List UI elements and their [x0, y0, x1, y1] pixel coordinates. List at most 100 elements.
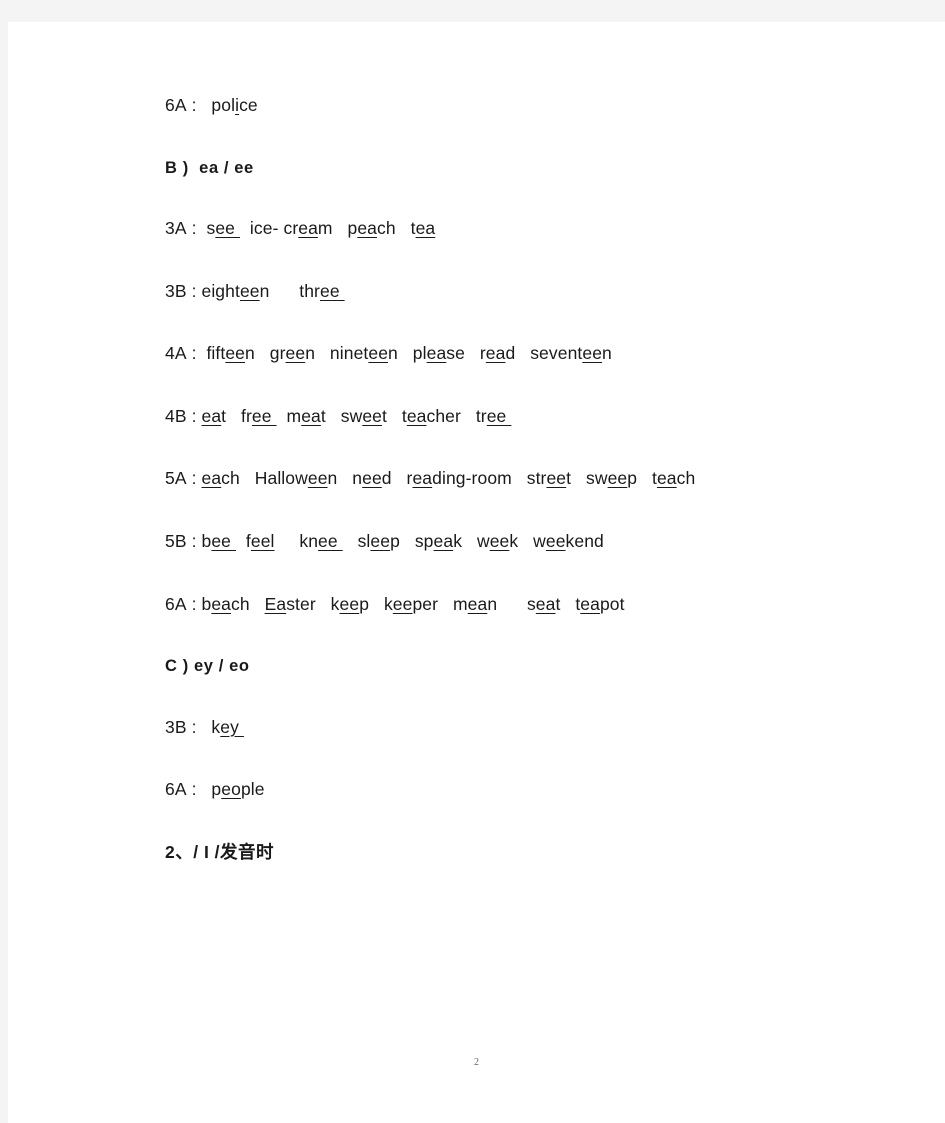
document-content: 6A : police B ) ea / ee 3A : see ice- crea… [165, 94, 905, 864]
underlined-phoneme: ee [285, 343, 306, 364]
text-run: 4B : [165, 405, 202, 426]
text-run [240, 218, 250, 238]
underlined-phoneme: ee [486, 405, 512, 426]
text-run: n [245, 343, 255, 364]
underlined-phoneme: ea [406, 405, 427, 426]
underlined-phoneme: ee [362, 405, 382, 426]
text-run: sw [586, 468, 608, 489]
text-run [236, 531, 246, 551]
line-3b-ey-eo: 3B : key [165, 716, 905, 740]
text-run [189, 159, 199, 177]
text-run: fr [241, 405, 252, 426]
heading-b: B ) ea / ee [165, 157, 905, 179]
text-run [461, 406, 476, 426]
text-run [226, 406, 241, 426]
text-run: tr [475, 405, 487, 426]
text-run: p [211, 779, 222, 800]
underlined-phoneme: ee [607, 468, 628, 489]
text-run: 2、/ I /发音时 [165, 841, 275, 862]
text-run: p [390, 531, 400, 552]
text-run: pl [412, 343, 427, 364]
underlined-phoneme: ea [535, 593, 556, 614]
text-run: per [412, 593, 439, 614]
underlined-phoneme: ea [485, 343, 506, 364]
text-run: kend [565, 531, 604, 552]
text-run: Hallow [254, 468, 308, 489]
text-run: fift [206, 343, 226, 364]
underlined-phoneme: ea [298, 217, 318, 238]
text-run: 5A : [165, 468, 202, 489]
text-run: d [505, 343, 516, 364]
text-run: sw [340, 405, 363, 426]
text-run: ple [240, 779, 265, 800]
underlined-phoneme: ea [357, 217, 378, 238]
underlined-phoneme: ee [307, 468, 328, 489]
text-run [560, 594, 575, 614]
underlined-phoneme: ea [201, 405, 222, 426]
text-run: se [446, 343, 465, 364]
underlined-phoneme: ee [211, 531, 236, 552]
text-run: ea / ee [199, 158, 254, 177]
text-run: B ) [165, 158, 189, 177]
text-run: 6A : [165, 95, 197, 115]
underlined-phoneme: ee [319, 280, 345, 301]
text-run: 3B : [165, 716, 197, 737]
text-run [462, 531, 477, 551]
text-run [197, 717, 212, 737]
text-run: w [476, 531, 490, 552]
underlined-phoneme: ea [467, 593, 488, 614]
text-run: ch [377, 217, 396, 238]
text-run: n [327, 468, 338, 489]
underlined-phoneme: ee [215, 217, 240, 238]
text-run: m [452, 593, 468, 614]
underlined-phoneme: ee [339, 593, 360, 614]
text-run [326, 406, 341, 426]
underlined-phoneme: eel [250, 531, 275, 552]
text-run: p [627, 468, 638, 489]
text-run: s [526, 593, 536, 614]
text-run [316, 594, 331, 614]
text-run: ce [239, 95, 258, 115]
text-run [369, 594, 384, 614]
text-run: ey / eo [193, 657, 250, 676]
text-run [396, 218, 411, 238]
text-run [400, 531, 415, 551]
text-run: 4A : [165, 343, 197, 364]
page-background: 6A : police B ) ea / ee 3A : see ice- crea… [0, 0, 945, 1123]
heading-section-2: 2、/ I /发音时 [165, 841, 905, 865]
underlined-phoneme: ea [211, 593, 232, 614]
underlined-phoneme: ee [582, 343, 603, 364]
text-run: b [201, 593, 212, 614]
underlined-phoneme: ea [415, 217, 436, 238]
text-run [637, 468, 652, 488]
text-run [337, 468, 352, 488]
text-run: n [487, 593, 498, 614]
text-run: n [259, 280, 270, 301]
line-5b-ea-ee: 5B : bee feel knee sleep speak week week… [165, 530, 905, 554]
underlined-phoneme: ea [426, 343, 447, 364]
underlined-phoneme: ee [545, 531, 566, 552]
text-run [250, 594, 265, 614]
text-run: sp [414, 531, 434, 552]
text-run [269, 281, 299, 301]
text-run [277, 406, 287, 426]
text-run: k [453, 531, 463, 552]
text-run [333, 218, 348, 238]
text-run: w [533, 531, 546, 552]
text-run: str [526, 468, 547, 489]
line-4a-ea-ee: 4A : fifteen green nineteen please read … [165, 342, 905, 366]
text-run [315, 343, 330, 363]
underlined-phoneme: ea [433, 531, 454, 552]
underlined-phoneme: ee [362, 468, 382, 489]
text-run [512, 468, 527, 488]
text-run: gr [269, 343, 286, 364]
line-4b-ea-ee: 4B : eat free meat sweet teacher tree [165, 405, 905, 429]
text-run [392, 468, 407, 488]
text-run [275, 531, 300, 551]
line-3a-ea-ee: 3A : see ice- cream peach tea [165, 217, 905, 241]
line-6a-police: 6A : police [165, 94, 905, 118]
text-run [438, 594, 453, 614]
text-run: s [206, 217, 216, 238]
text-run [515, 343, 530, 363]
text-run [197, 218, 207, 238]
